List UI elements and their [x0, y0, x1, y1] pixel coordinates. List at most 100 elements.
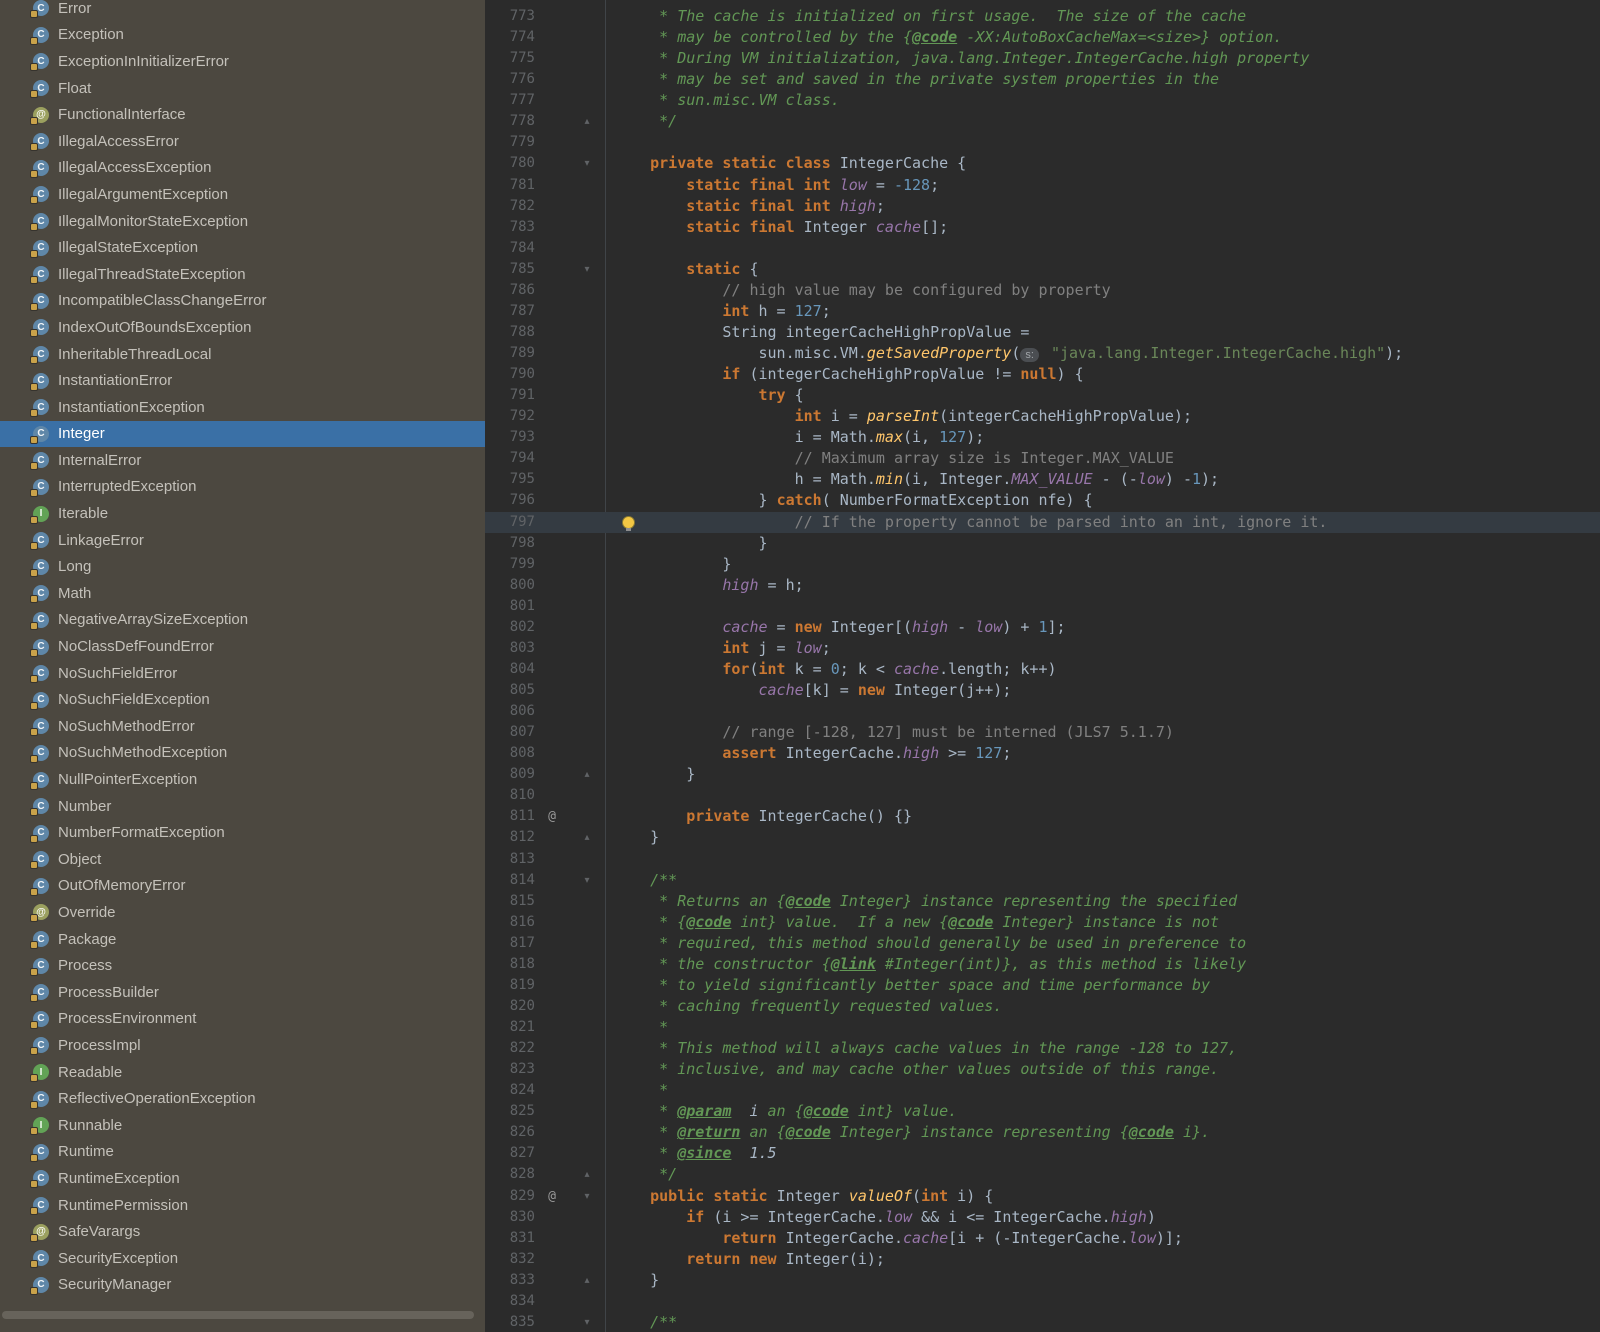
class-item-object[interactable]: C Object	[0, 846, 485, 873]
fold-gutter[interactable]	[569, 701, 605, 722]
code-line-781[interactable]: 781 static final int low = -128;	[485, 175, 1600, 196]
code-line-834[interactable]: 834	[485, 1291, 1600, 1312]
line-number[interactable]: 814	[485, 870, 535, 891]
line-number[interactable]: 828	[485, 1164, 535, 1185]
code-line-835[interactable]: 835 ▾ /**	[485, 1312, 1600, 1332]
code-line-814[interactable]: 814 ▾ /**	[485, 870, 1600, 891]
line-number[interactable]: 784	[485, 238, 535, 259]
line-number[interactable]: 792	[485, 406, 535, 427]
line-number[interactable]: 782	[485, 196, 535, 217]
fold-start-icon[interactable]: ▾	[569, 1312, 605, 1332]
class-item-instantiationerror[interactable]: C InstantiationError	[0, 367, 485, 394]
fold-gutter[interactable]	[569, 1038, 605, 1059]
code-line-785[interactable]: 785 ▾ static {	[485, 259, 1600, 280]
fold-gutter[interactable]	[569, 1249, 605, 1270]
line-number[interactable]: 821	[485, 1017, 535, 1038]
class-item-indexoutofboundsexception[interactable]: C IndexOutOfBoundsException	[0, 314, 485, 341]
code-line-795[interactable]: 795 h = Math.min(i, Integer.MAX_VALUE - …	[485, 469, 1600, 490]
code-line-825[interactable]: 825 * @param i an {@code int} value.	[485, 1101, 1600, 1122]
code-line-784[interactable]: 784	[485, 238, 1600, 259]
class-item-illegalmonitorstateexception[interactable]: C IllegalMonitorStateException	[0, 208, 485, 235]
fold-gutter[interactable]	[569, 575, 605, 596]
code-line-800[interactable]: 800 high = h;	[485, 575, 1600, 596]
code-line-801[interactable]: 801	[485, 596, 1600, 617]
line-number[interactable]: 808	[485, 743, 535, 764]
line-number[interactable]: 822	[485, 1038, 535, 1059]
code-line-806[interactable]: 806	[485, 701, 1600, 722]
line-number[interactable]: 833	[485, 1270, 535, 1291]
code-line-807[interactable]: 807 // range [-128, 127] must be interne…	[485, 722, 1600, 743]
line-number[interactable]: 780	[485, 153, 535, 174]
fold-gutter[interactable]	[569, 217, 605, 238]
code-line-826[interactable]: 826 * @return an {@code Integer} instanc…	[485, 1122, 1600, 1143]
line-number[interactable]: 778	[485, 111, 535, 132]
class-item-interruptedexception[interactable]: C InterruptedException	[0, 474, 485, 501]
code-line-808[interactable]: 808 assert IntegerCache.high >= 127;	[485, 743, 1600, 764]
code-line-776[interactable]: 776 * may be set and saved in the privat…	[485, 69, 1600, 90]
line-number[interactable]: 798	[485, 533, 535, 554]
class-item-processenvironment[interactable]: C ProcessEnvironment	[0, 1006, 485, 1033]
class-item-illegalthreadstateexception[interactable]: C IllegalThreadStateException	[0, 261, 485, 288]
class-item-securityexception[interactable]: C SecurityException	[0, 1245, 485, 1272]
line-number[interactable]: 835	[485, 1312, 535, 1332]
fold-gutter[interactable]	[569, 1017, 605, 1038]
line-number[interactable]: 811	[485, 806, 535, 827]
code-line-828[interactable]: 828 ▴ */	[485, 1164, 1600, 1185]
line-number[interactable]: 825	[485, 1101, 535, 1122]
code-editor[interactable]: 773 * The cache is initialized on first …	[485, 0, 1600, 1332]
code-line-822[interactable]: 822 * This method will always cache valu…	[485, 1038, 1600, 1059]
fold-start-icon[interactable]: ▾	[569, 259, 605, 280]
class-item-reflectiveoperationexception[interactable]: C ReflectiveOperationException	[0, 1085, 485, 1112]
class-item-incompatibleclasschangeerror[interactable]: C IncompatibleClassChangeError	[0, 288, 485, 315]
class-item-exception[interactable]: C Exception	[0, 22, 485, 49]
fold-end-icon[interactable]: ▴	[569, 1270, 605, 1291]
class-item-noclassdeffounderror[interactable]: C NoClassDefFoundError	[0, 633, 485, 660]
code-line-818[interactable]: 818 * the constructor {@link #Integer(in…	[485, 954, 1600, 975]
line-number[interactable]: 824	[485, 1080, 535, 1101]
line-number[interactable]: 787	[485, 301, 535, 322]
line-number[interactable]: 776	[485, 69, 535, 90]
code-line-794[interactable]: 794 // Maximum array size is Integer.MAX…	[485, 448, 1600, 469]
line-number[interactable]: 815	[485, 891, 535, 912]
fold-gutter[interactable]	[569, 48, 605, 69]
fold-gutter[interactable]	[569, 617, 605, 638]
class-item-process[interactable]: C Process	[0, 952, 485, 979]
fold-start-icon[interactable]: ▾	[569, 870, 605, 891]
fold-gutter[interactable]	[569, 659, 605, 680]
fold-gutter[interactable]	[569, 301, 605, 322]
class-item-instantiationexception[interactable]: C InstantiationException	[0, 394, 485, 421]
fold-gutter[interactable]	[569, 722, 605, 743]
code-line-799[interactable]: 799 }	[485, 554, 1600, 575]
fold-end-icon[interactable]: ▴	[569, 827, 605, 848]
code-line-778[interactable]: 778 ▴ */	[485, 111, 1600, 132]
fold-gutter[interactable]	[569, 322, 605, 343]
code-line-823[interactable]: 823 * inclusive, and may cache other val…	[485, 1059, 1600, 1080]
fold-gutter[interactable]	[569, 638, 605, 659]
fold-gutter[interactable]	[569, 1059, 605, 1080]
fold-gutter[interactable]	[569, 6, 605, 27]
line-number[interactable]: 820	[485, 996, 535, 1017]
class-item-nosuchmethoderror[interactable]: C NoSuchMethodError	[0, 713, 485, 740]
fold-gutter[interactable]	[569, 364, 605, 385]
fold-gutter[interactable]	[569, 69, 605, 90]
code-line-787[interactable]: 787 int h = 127;	[485, 301, 1600, 322]
class-item-runtimeexception[interactable]: C RuntimeException	[0, 1165, 485, 1192]
fold-gutter[interactable]	[569, 448, 605, 469]
line-number[interactable]: 827	[485, 1143, 535, 1164]
class-item-number[interactable]: C Number	[0, 793, 485, 820]
code-line-809[interactable]: 809 ▴ }	[485, 764, 1600, 785]
class-item-runtimepermission[interactable]: C RuntimePermission	[0, 1192, 485, 1219]
line-number[interactable]: 775	[485, 48, 535, 69]
code-line-827[interactable]: 827 * @since 1.5	[485, 1143, 1600, 1164]
class-item-functionalinterface[interactable]: @ FunctionalInterface	[0, 101, 485, 128]
line-number[interactable]: 796	[485, 490, 535, 511]
code-line-815[interactable]: 815 * Returns an {@code Integer} instanc…	[485, 891, 1600, 912]
code-line-782[interactable]: 782 static final int high;	[485, 196, 1600, 217]
code-line-813[interactable]: 813	[485, 849, 1600, 870]
code-line-816[interactable]: 816 * {@code int} value. If a new {@code…	[485, 912, 1600, 933]
fold-gutter[interactable]	[569, 132, 605, 153]
line-number[interactable]: 826	[485, 1122, 535, 1143]
code-line-803[interactable]: 803 int j = low;	[485, 638, 1600, 659]
fold-gutter[interactable]	[569, 343, 605, 364]
code-line-832[interactable]: 832 return new Integer(i);	[485, 1249, 1600, 1270]
